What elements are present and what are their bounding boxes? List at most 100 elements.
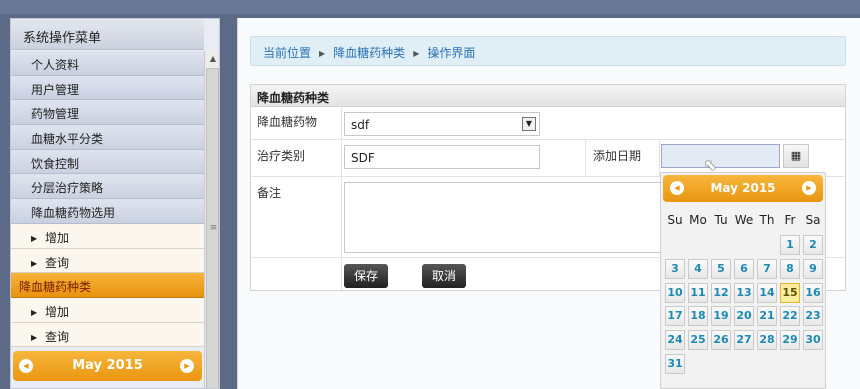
note-label: 备注	[257, 186, 282, 200]
datepicker-day[interactable]: 27	[734, 330, 754, 351]
datepicker-day[interactable]: 17	[665, 306, 685, 327]
datepicker-day[interactable]: 19	[711, 306, 731, 327]
datepicker-day[interactable]: 5	[711, 258, 731, 279]
sidebar-title: 系统操作菜单	[11, 19, 204, 50]
datepicker-day[interactable]: 26	[711, 330, 731, 351]
sidebar-item-label: 药物管理	[31, 107, 80, 122]
sidebar-calendar-month: May 2015	[72, 358, 143, 373]
sidebar-subitem[interactable]: ▶ 增加	[11, 297, 204, 323]
sidebar-item[interactable]: 用户管理	[11, 75, 204, 101]
datepicker-day[interactable]: 13	[734, 282, 754, 303]
datepicker-day[interactable]: 22	[780, 306, 800, 327]
datepicker-day-today[interactable]: 15	[780, 282, 800, 303]
datepicker-day[interactable]: 18	[688, 306, 708, 327]
sidebar-item[interactable]: 血糖水平分类	[11, 125, 204, 150]
drug-select[interactable]: sdf ▼	[344, 112, 540, 136]
datepicker-day[interactable]: 31	[665, 354, 685, 374]
sidebar-subitem[interactable]: ▶ 查询	[11, 248, 204, 274]
cancel-button[interactable]: 取消	[422, 264, 466, 288]
datepicker-month: May 2015	[710, 181, 776, 195]
datepicker-day[interactable]: 11	[688, 282, 708, 303]
breadcrumb-item-category[interactable]: 降血糖药种类	[333, 46, 405, 60]
weekday-label: Fr	[784, 213, 796, 227]
datepicker-day[interactable]: 12	[711, 282, 731, 303]
panel-title: 降血糖药种类	[251, 85, 845, 107]
date-input[interactable]	[661, 144, 780, 168]
scrollbar-thumb[interactable]: ≡	[206, 68, 219, 388]
datepicker-popup: ◀ May 2015 ▶ Su Mo Tu We Th Fr Sa 1 2 3 4 5 6 7 8 9 10 11…	[660, 172, 826, 389]
datepicker-day[interactable]: 25	[688, 330, 708, 351]
sidebar-subitem[interactable]: ▶ 查询	[11, 322, 204, 348]
datepicker-day[interactable]: 20	[734, 306, 754, 327]
datepicker-day[interactable]: 1	[780, 235, 800, 255]
sidebar-scrollbar[interactable]: ▲ ≡	[204, 51, 219, 388]
scroll-up-icon[interactable]: ▲	[205, 51, 219, 67]
datepicker-day[interactable]: 21	[757, 306, 777, 327]
chevron-right-icon: ▶	[319, 49, 326, 58]
sidebar-item-label: 增加	[45, 230, 70, 245]
date-label: 添加日期	[593, 149, 642, 163]
weekday-label: Sa	[805, 213, 821, 227]
next-month-icon[interactable]: ▶	[180, 359, 194, 373]
grip-icon: ≡	[209, 223, 218, 233]
datepicker-day[interactable]: 28	[757, 330, 777, 351]
category-label: 治疗类别	[257, 149, 306, 163]
chevron-right-icon: ▶	[31, 258, 38, 268]
divider	[251, 139, 845, 140]
sidebar-item[interactable]: 降血糖药物选用	[11, 199, 204, 224]
sidebar-item-label: 个人资料	[31, 58, 80, 72]
datepicker-day[interactable]: 7	[757, 258, 777, 279]
datepicker-day[interactable]: 2	[803, 235, 823, 255]
weekday-label: Su	[667, 213, 683, 227]
sidebar-item-label: 查询	[45, 255, 70, 270]
sidebar-menu: 个人资料用户管理药物管理血糖水平分类 饮食控制分层治疗策略 降血糖药物选用 ▶ 增加 ▶ 查…	[11, 51, 204, 348]
divider	[585, 139, 586, 176]
weekday-label: Tu	[714, 213, 728, 227]
divider	[341, 107, 342, 292]
datepicker-day[interactable]: 9	[803, 258, 823, 279]
datepicker-day[interactable]: 16	[803, 282, 823, 303]
sidebar-item-label: 用户管理	[31, 82, 80, 97]
next-month-icon[interactable]: ▶	[802, 181, 816, 195]
breadcrumb-item-location[interactable]: 当前位置	[263, 46, 311, 60]
calendar-icon[interactable]: ▦	[783, 144, 809, 168]
sidebar-item[interactable]: 降血糖药种类	[11, 273, 204, 298]
breadcrumb: 当前位置 ▶ 降血糖药种类 ▶ 操作界面	[250, 36, 846, 66]
chevron-down-icon[interactable]: ▼	[522, 117, 536, 131]
datepicker-day[interactable]: 30	[803, 330, 823, 351]
datepicker-day[interactable]: 23	[803, 306, 823, 327]
sidebar-item[interactable]: 个人资料	[11, 51, 204, 76]
note-textarea[interactable]	[344, 182, 662, 253]
sidebar-item[interactable]: 饮食控制	[11, 149, 204, 175]
sidebar-item[interactable]: 分层治疗策略	[11, 174, 204, 200]
sidebar-subitem[interactable]: ▶ 增加	[11, 223, 204, 249]
datepicker-day[interactable]: 29	[780, 330, 800, 351]
breadcrumb-item-page[interactable]: 操作界面	[427, 46, 475, 60]
prev-month-icon[interactable]: ◀	[670, 181, 684, 195]
sidebar-item-label: 饮食控制	[31, 156, 80, 171]
save-button[interactable]: 保存	[344, 264, 388, 288]
chevron-right-icon: ▶	[413, 49, 420, 58]
datepicker-day[interactable]: 3	[665, 258, 685, 279]
sidebar-item-label: 血糖水平分类	[31, 132, 104, 147]
chevron-right-icon: ▶	[31, 332, 38, 342]
divider	[659, 139, 660, 176]
datepicker-day[interactable]: 4	[688, 258, 708, 279]
datepicker-day[interactable]: 8	[780, 258, 800, 279]
sidebar: 系统操作菜单 个人资料用户管理药物管理血糖水平分类 饮食控制分层治疗策略 降血糖药物…	[10, 18, 220, 389]
sidebar-calendar-header: ◀ May 2015 ▶	[13, 351, 202, 381]
drug-label: 降血糖药物	[257, 115, 318, 129]
datepicker-day[interactable]: 24	[665, 330, 685, 351]
datepicker-header: ◀ May 2015 ▶	[663, 175, 823, 202]
prev-month-icon[interactable]: ◀	[19, 359, 33, 373]
datepicker-day[interactable]: 14	[757, 282, 777, 303]
sidebar-item[interactable]: 药物管理	[11, 100, 204, 126]
sidebar-item-label: 增加	[45, 304, 70, 319]
datepicker-day[interactable]: 10	[665, 282, 685, 303]
category-input[interactable]: SDF	[344, 145, 540, 169]
top-bar	[0, 0, 860, 14]
chevron-right-icon: ▶	[31, 233, 38, 243]
datepicker-day[interactable]: 6	[734, 258, 754, 279]
sidebar-item-label: 查询	[45, 329, 70, 344]
chevron-right-icon: ▶	[31, 307, 38, 317]
